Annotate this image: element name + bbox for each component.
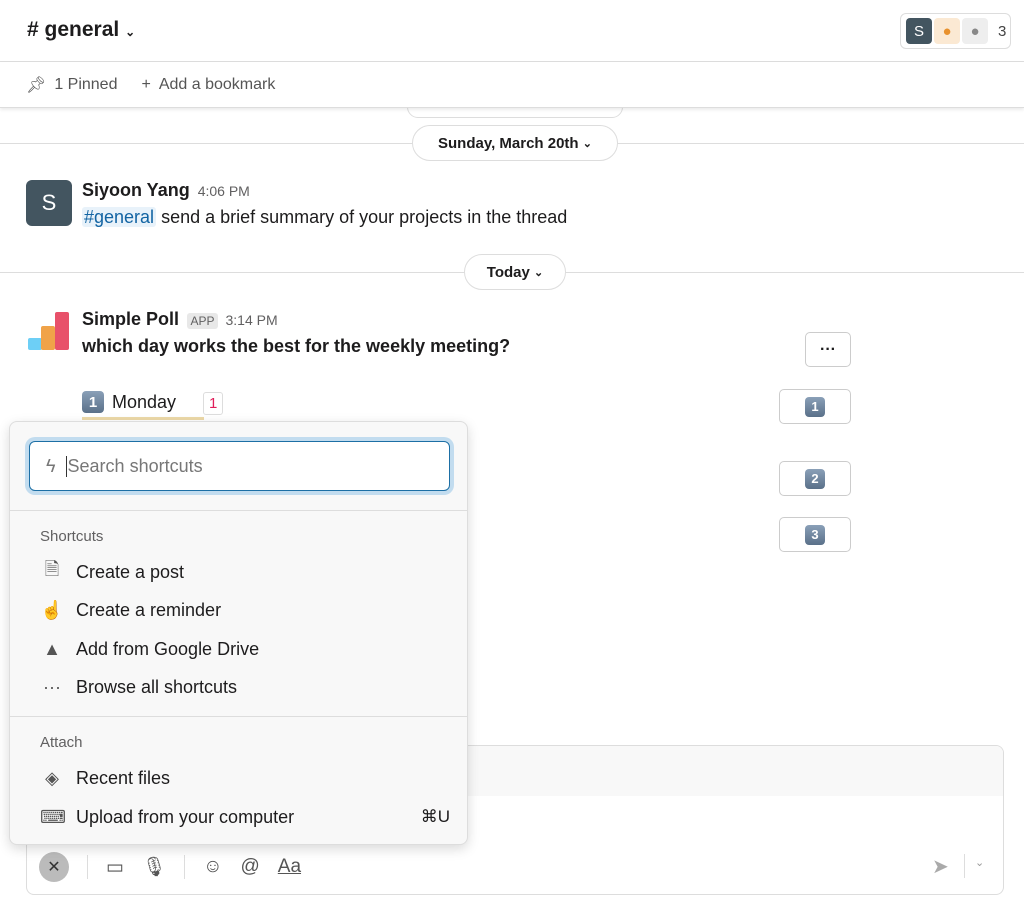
- shortcut-create-reminder[interactable]: ☝ Create a reminder: [40, 594, 450, 626]
- emoji-icon[interactable]: ☺: [203, 856, 222, 878]
- user-icon: ●: [934, 18, 960, 44]
- shortcuts-header: Shortcuts: [40, 528, 104, 545]
- poll-question: which day works the best for the weekly …: [82, 336, 511, 356]
- keycap-1-icon: 1: [82, 391, 104, 413]
- author-name[interactable]: Siyoon Yang: [82, 180, 190, 200]
- attach-header: Attach: [40, 734, 83, 751]
- composer-toolbar: ✕ ▭ 🎙︎ ☺ @ Aa: [39, 852, 301, 882]
- poll-option: 1 Monday: [82, 391, 204, 420]
- separator: [10, 510, 467, 511]
- members-button[interactable]: S ● ● 3: [900, 13, 1011, 49]
- more-actions-button[interactable]: ···: [805, 332, 851, 367]
- more-icon: ···: [43, 676, 61, 697]
- shortcut-create-post[interactable]: 🗎 Create a post: [40, 556, 450, 588]
- hand-icon: ☝: [40, 599, 64, 620]
- vote-button-2[interactable]: 2: [779, 461, 851, 496]
- message-text: send a brief summary of your projects in…: [161, 207, 568, 227]
- vote-count: 1: [203, 392, 224, 415]
- pin-icon: 📌︎: [26, 76, 47, 94]
- separator: [10, 716, 467, 717]
- separator: [87, 855, 88, 879]
- channel-title[interactable]: # general ⌄: [27, 18, 135, 42]
- simple-poll-logo: [28, 312, 70, 352]
- add-bookmark-button[interactable]: Add a bookmark: [159, 76, 276, 94]
- close-icon[interactable]: ✕: [39, 852, 69, 882]
- user-icon: ●: [962, 18, 988, 44]
- avatar[interactable]: S: [26, 180, 72, 226]
- attach-upload[interactable]: ⌨ Upload from your computer ⌘U: [40, 801, 450, 833]
- message: Simple Poll APP 3:14 PM which day works t…: [82, 309, 510, 357]
- shortcut-browse-all[interactable]: ··· Browse all shortcuts: [40, 671, 450, 703]
- channel-mention[interactable]: #general: [82, 207, 157, 227]
- pinned-button[interactable]: 1 Pinned: [54, 76, 117, 94]
- chevron-down-icon: ⌄: [582, 137, 592, 150]
- timestamp[interactable]: 3:14 PM: [226, 312, 278, 328]
- formatting-button[interactable]: Aa: [278, 856, 301, 878]
- vote-button-3[interactable]: 3: [779, 517, 851, 552]
- keyboard-shortcut: ⌘U: [420, 807, 450, 826]
- author-name[interactable]: Simple Poll: [82, 309, 179, 329]
- member-count: 3: [998, 22, 1007, 40]
- chevron-down-icon: ⌄: [125, 25, 136, 39]
- bookmark-bar: 📌︎ 1 Pinned + Add a bookmark: [0, 62, 1024, 108]
- attach-recent-files[interactable]: ◈ Recent files: [40, 762, 450, 794]
- chevron-down-icon: ⌄: [534, 266, 544, 279]
- today-divider[interactable]: Today ⌄: [464, 254, 566, 290]
- plus-icon: +: [141, 75, 151, 93]
- send-icon[interactable]: ➤: [932, 854, 949, 879]
- mention-icon[interactable]: @: [240, 856, 259, 878]
- search-shortcuts-input[interactable]: ϟ Search shortcuts: [29, 441, 450, 491]
- microphone-icon[interactable]: 🎙︎: [142, 855, 166, 879]
- chevron-down-icon[interactable]: ⌄: [975, 856, 984, 869]
- vote-button-1[interactable]: 1: [779, 389, 851, 424]
- app-badge: APP: [187, 313, 218, 329]
- separator: [964, 854, 965, 878]
- layers-icon: ◈: [45, 767, 59, 788]
- document-icon: 🗎: [44, 559, 60, 579]
- lightning-icon: ϟ: [46, 455, 56, 476]
- separator: [184, 855, 186, 879]
- channel-header: # general ⌄ S ● ● 3: [0, 0, 1024, 62]
- shortcut-google-drive[interactable]: ▲ Add from Google Drive: [40, 633, 450, 665]
- date-divider[interactable]: Sunday, March 20th ⌄: [412, 125, 618, 161]
- avatar: S: [906, 18, 932, 44]
- google-drive-icon: ▲: [43, 638, 61, 659]
- video-icon[interactable]: ▭: [106, 856, 124, 879]
- message: Siyoon Yang 4:06 PM #general send a brief…: [82, 180, 567, 228]
- shortcuts-popup: ϟ Search shortcuts Shortcuts 🗎 Create a po…: [9, 421, 468, 845]
- laptop-icon: ⌨: [40, 806, 66, 827]
- timestamp[interactable]: 4:06 PM: [198, 183, 250, 199]
